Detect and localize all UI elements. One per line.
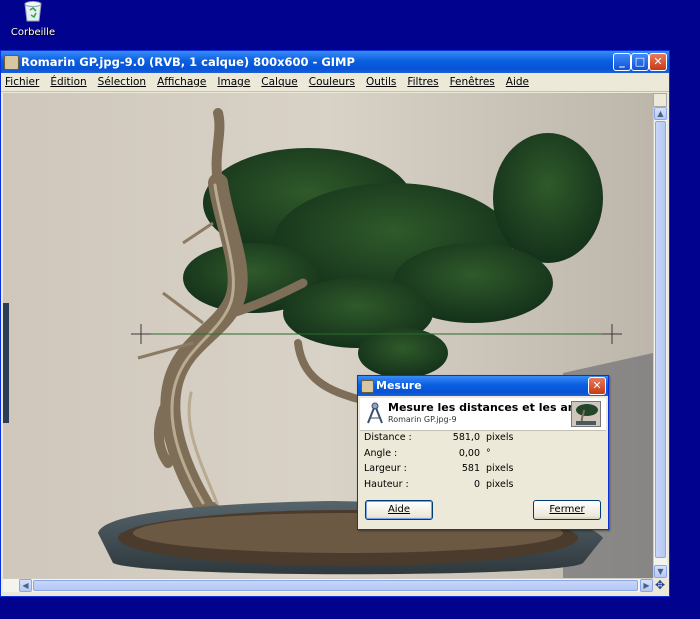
menu-aide[interactable]: Aide: [506, 76, 529, 88]
help-button[interactable]: Aide: [365, 500, 433, 520]
image-thumbnail: [571, 401, 601, 427]
vertical-scroll-thumb[interactable]: [655, 121, 666, 558]
menu-filtres[interactable]: Filtres: [407, 76, 438, 88]
window-titlebar[interactable]: Romarin GP.jpg-9.0 (RVB, 1 calque) 800x6…: [1, 51, 669, 73]
menu-outils[interactable]: Outils: [366, 76, 396, 88]
result-value: 581,0: [452, 432, 480, 443]
menubar: Fichier Édition Sélection Affichage Imag…: [1, 73, 669, 92]
menu-edition[interactable]: Édition: [50, 76, 86, 88]
dialog-header: Mesure les distances et les angles Romar…: [360, 398, 606, 431]
result-value: 581: [461, 463, 480, 474]
close-dialog-button[interactable]: ✕: [588, 377, 606, 395]
result-label: Distance :: [364, 432, 412, 443]
recycle-bin-label: Corbeille: [10, 27, 56, 38]
result-unit: °: [486, 447, 491, 459]
zoom-toggle-icon[interactable]: [653, 93, 667, 107]
window-title: Romarin GP.jpg-9.0 (RVB, 1 calque) 800x6…: [21, 55, 355, 69]
dialog-titlebar[interactable]: Mesure ✕: [358, 376, 608, 396]
dialog-subheading: Romarin GP.jpg-9: [388, 415, 457, 424]
scroll-up-icon[interactable]: ▲: [654, 107, 667, 120]
menu-affichage[interactable]: Affichage: [157, 76, 206, 88]
close-button-label: Fermer: [549, 504, 585, 515]
maximize-button[interactable]: □: [631, 53, 649, 71]
navigate-icon[interactable]: ✥: [653, 578, 667, 592]
close-button[interactable]: Fermer: [533, 500, 601, 520]
result-label: Largeur :: [364, 463, 407, 474]
help-button-label: Aide: [387, 504, 411, 515]
result-label: Hauteur :: [364, 478, 409, 490]
horizontal-scroll-thumb[interactable]: [33, 580, 638, 591]
result-value: 0,00: [458, 447, 480, 459]
result-row-width: Largeur : 581 pixels: [364, 463, 600, 479]
close-window-button[interactable]: ✕: [649, 53, 667, 71]
result-label: Angle :: [364, 447, 398, 459]
measure-results: Distance : 581,0 pixels Angle : 0,00 ° L…: [364, 432, 600, 494]
measure-dialog: Mesure ✕ Mesure les distances et les ang…: [357, 375, 609, 530]
menu-image[interactable]: Image: [217, 76, 250, 88]
scroll-down-icon[interactable]: ▼: [654, 565, 667, 578]
scroll-right-icon[interactable]: ▶: [640, 579, 653, 592]
result-row-distance: Distance : 581,0 pixels: [364, 432, 600, 448]
scroll-left-icon[interactable]: ◀: [19, 579, 32, 592]
result-unit: pixels: [486, 463, 514, 474]
menu-fenetres[interactable]: Fenêtres: [450, 76, 495, 88]
dialog-heading: Mesure les distances et les angles: [388, 401, 602, 414]
horizontal-scrollbar[interactable]: ◀ ▶: [3, 578, 653, 592]
measure-tool-icon: [367, 402, 383, 424]
menu-couleurs[interactable]: Couleurs: [309, 76, 355, 88]
result-unit: pixels: [486, 478, 514, 490]
dialog-app-icon: [361, 380, 374, 393]
dialog-title: Mesure: [376, 379, 422, 392]
result-unit: pixels: [486, 432, 514, 443]
menu-fichier[interactable]: Fichier: [5, 76, 39, 88]
result-row-height: Hauteur : 0 pixels: [364, 479, 600, 495]
recycle-bin-icon: [19, 0, 47, 22]
minimize-button[interactable]: _: [613, 53, 631, 71]
menu-calque[interactable]: Calque: [261, 76, 297, 88]
result-value: 0: [473, 478, 480, 490]
recycle-bin-desktop-icon[interactable]: Corbeille: [6, 0, 60, 38]
gimp-app-icon: [4, 55, 19, 70]
vertical-scrollbar[interactable]: ▲ ▼: [653, 107, 667, 578]
menu-selection[interactable]: Sélection: [98, 76, 146, 88]
result-row-angle: Angle : 0,00 °: [364, 448, 600, 464]
